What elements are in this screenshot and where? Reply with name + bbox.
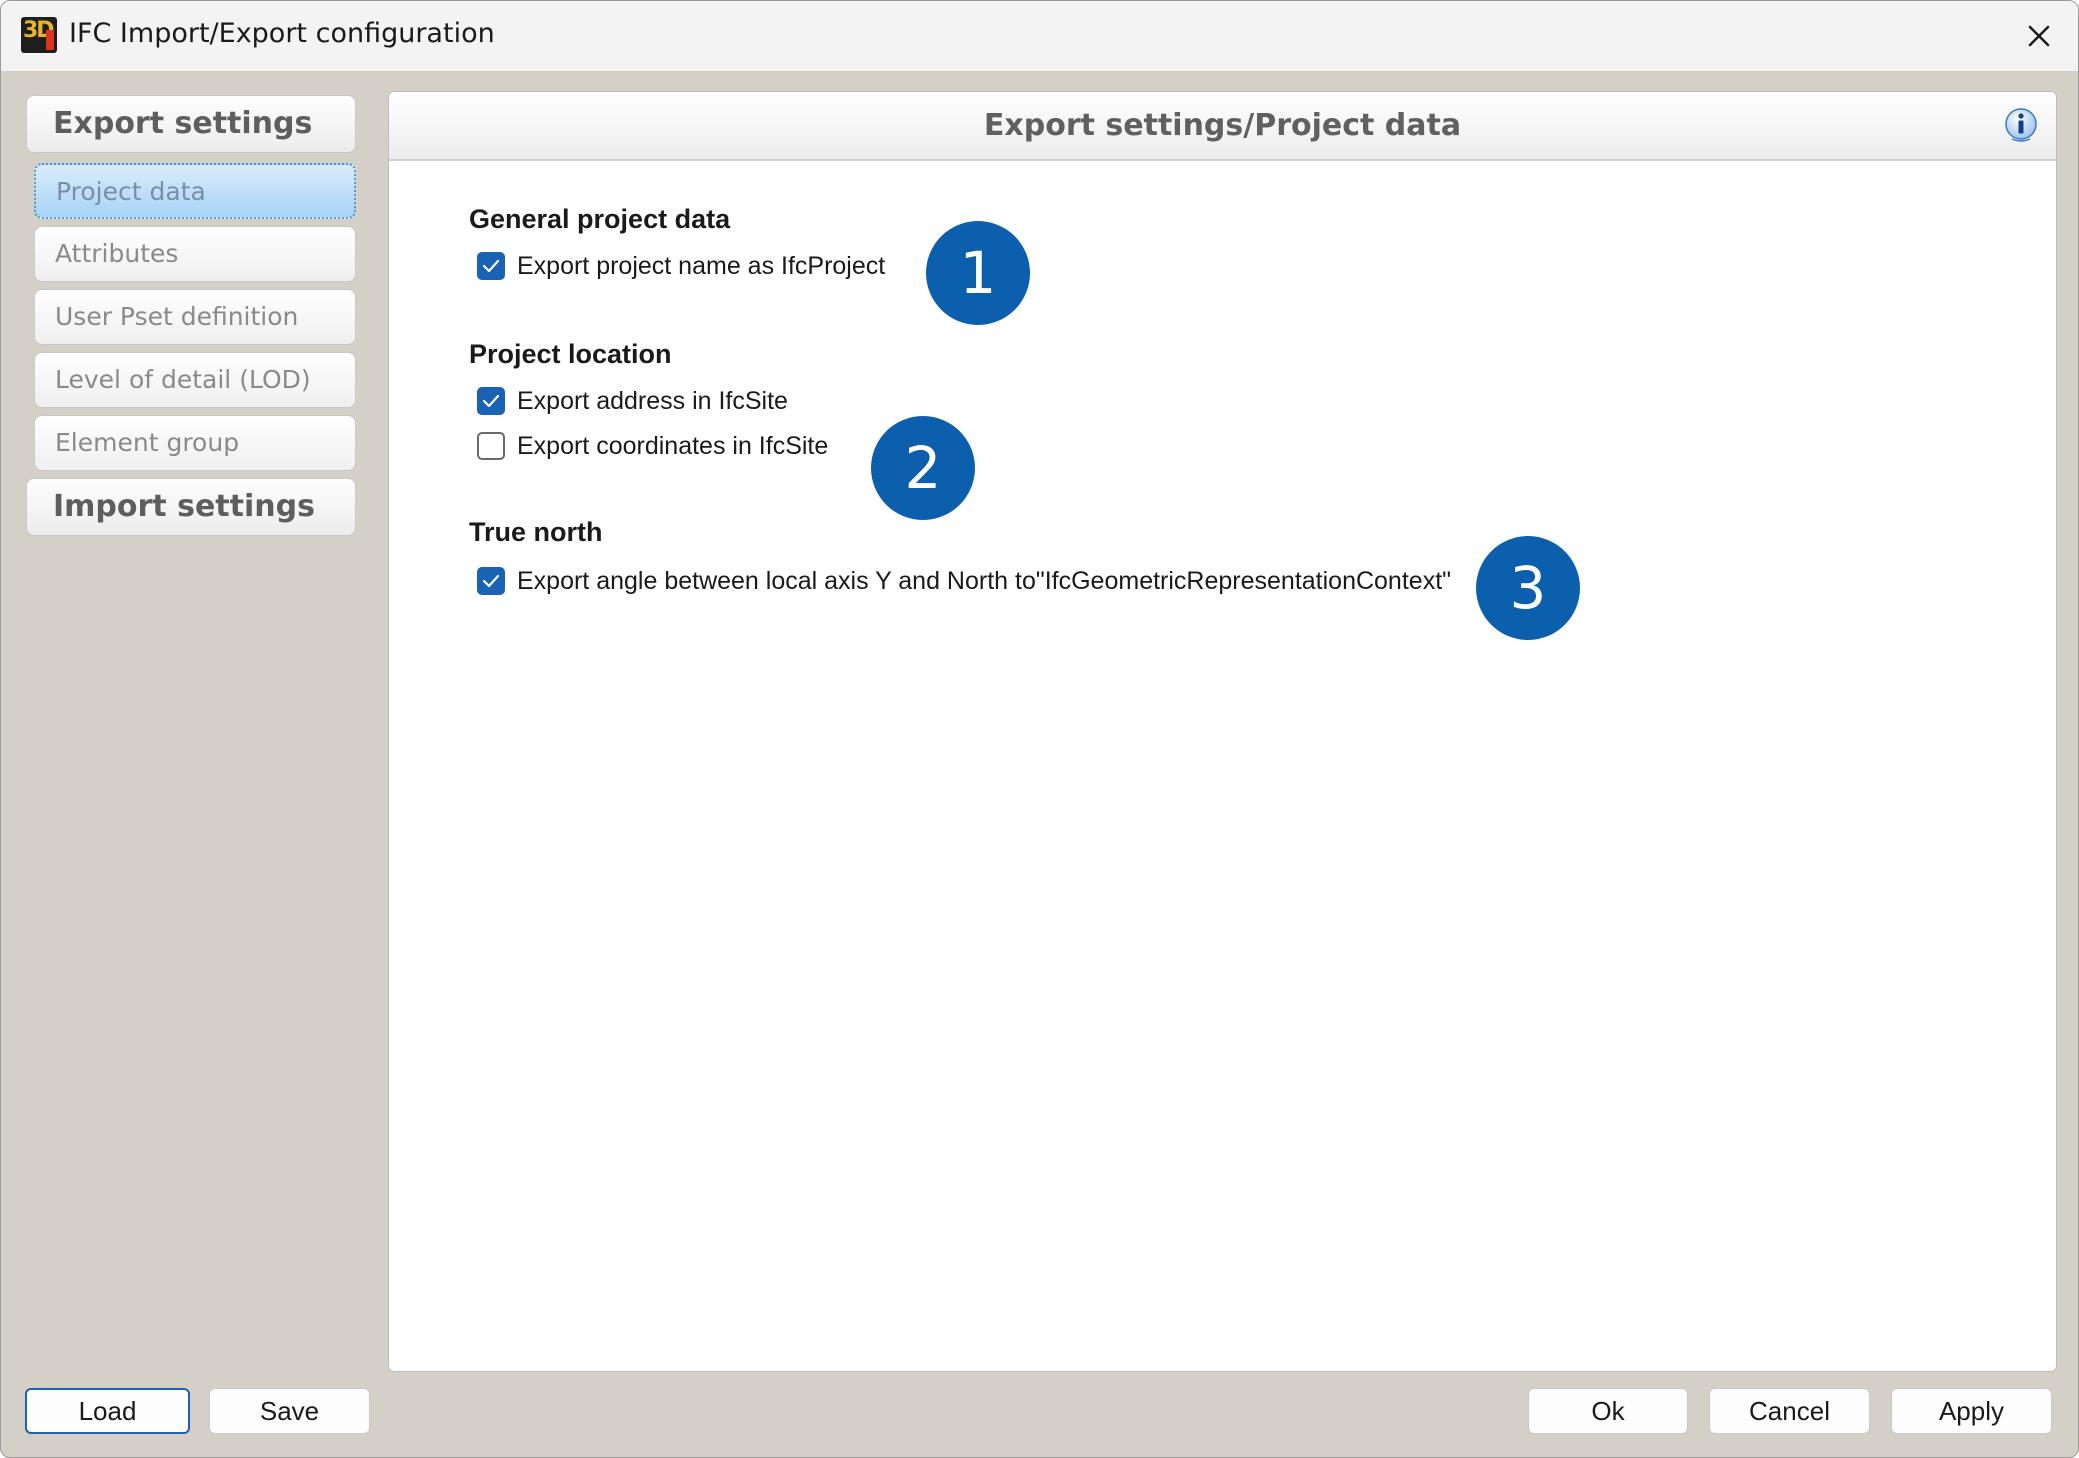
close-icon <box>2028 25 2050 47</box>
export-address-checkbox[interactable] <box>477 387 505 415</box>
import-settings-header[interactable]: Import settings <box>26 478 356 536</box>
info-button[interactable] <box>2002 106 2040 144</box>
3d-app-icon: 3D <box>21 17 57 53</box>
callout-3: 3 <box>1476 536 1580 640</box>
sidebar-item-project-data[interactable]: Project data <box>34 163 356 219</box>
callout-1: 1 <box>926 221 1030 325</box>
sidebar-item-attributes[interactable]: Attributes <box>34 226 356 282</box>
section-title-true-north: True north <box>469 517 603 547</box>
save-button[interactable]: Save <box>209 1388 370 1434</box>
settings-panel: Export settings/Project data General pro… <box>388 91 2057 1372</box>
cancel-button[interactable]: Cancel <box>1709 1388 1870 1434</box>
ok-button[interactable]: Ok <box>1528 1388 1688 1434</box>
window-title: IFC Import/Export configuration <box>69 18 495 49</box>
export-settings-header[interactable]: Export settings <box>26 95 356 153</box>
export-coordinates-label: Export coordinates in IfcSite <box>517 432 829 460</box>
export-project-name-label: Export project name as IfcProject <box>517 252 886 280</box>
section-title-project-location: Project location <box>469 339 672 369</box>
info-icon <box>2005 108 2037 142</box>
dialog-window: 3D IFC Import/Export configuration Expor… <box>0 0 2079 1458</box>
export-address-label: Export address in IfcSite <box>517 387 788 415</box>
export-coordinates-checkbox[interactable] <box>477 432 505 460</box>
sidebar-item-user-pset-definition[interactable]: User Pset definition <box>34 289 356 345</box>
callout-2: 2 <box>871 416 975 520</box>
sidebar-item-level-of-detail[interactable]: Level of detail (LOD) <box>34 352 356 408</box>
close-button[interactable] <box>2016 13 2062 59</box>
export-angle-checkbox[interactable] <box>477 567 505 595</box>
panel-title: Export settings/Project data <box>983 108 1462 143</box>
panel-header: Export settings/Project data <box>389 92 2056 161</box>
title-bar[interactable]: 3D IFC Import/Export configuration <box>1 1 2078 71</box>
export-project-name-checkbox[interactable] <box>477 252 505 280</box>
sidebar-item-element-group[interactable]: Element group <box>34 415 356 471</box>
export-angle-label: Export angle between local axis Y and No… <box>517 567 1452 595</box>
apply-button[interactable]: Apply <box>1891 1388 2052 1434</box>
section-title-general-project-data: General project data <box>469 204 731 234</box>
load-button[interactable]: Load <box>25 1388 190 1434</box>
